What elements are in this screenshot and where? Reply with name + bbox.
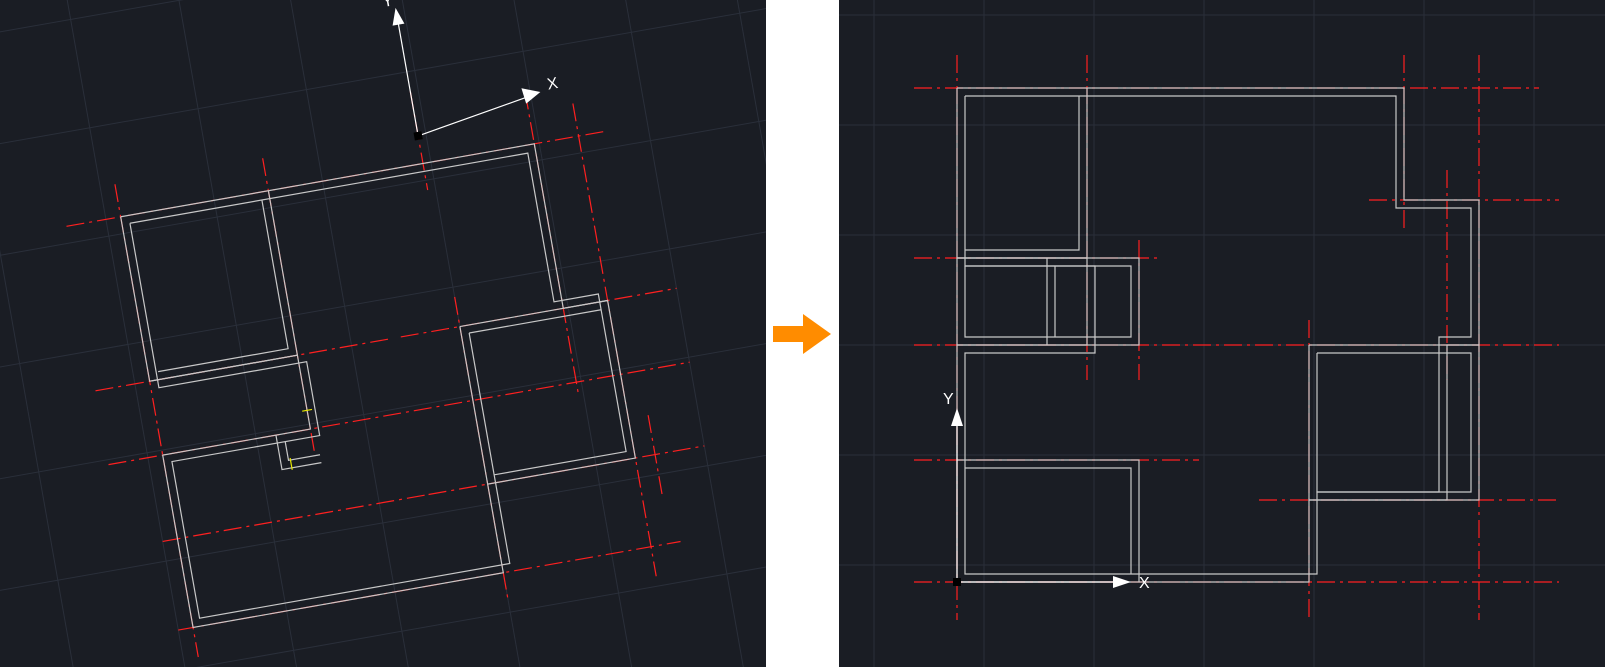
axis-label-x: X <box>1139 575 1150 592</box>
cad-viewport-after[interactable]: Y X <box>839 0 1605 667</box>
ucs-icon-after: Y X <box>943 391 1150 592</box>
ucs-icon-before: Y X <box>381 0 564 142</box>
axis-label-y: Y <box>943 391 954 408</box>
grid-after <box>839 0 1605 667</box>
arrow-right-icon <box>773 314 833 354</box>
centerlines-before <box>54 52 725 667</box>
axis-label-y: Y <box>381 0 395 11</box>
walls-after <box>957 88 1479 582</box>
grid-before <box>0 0 766 667</box>
cad-viewport-before[interactable]: Y X <box>0 0 766 667</box>
axis-label-x: X <box>546 75 560 94</box>
walls-before <box>121 136 651 627</box>
transition-arrow <box>766 0 839 667</box>
